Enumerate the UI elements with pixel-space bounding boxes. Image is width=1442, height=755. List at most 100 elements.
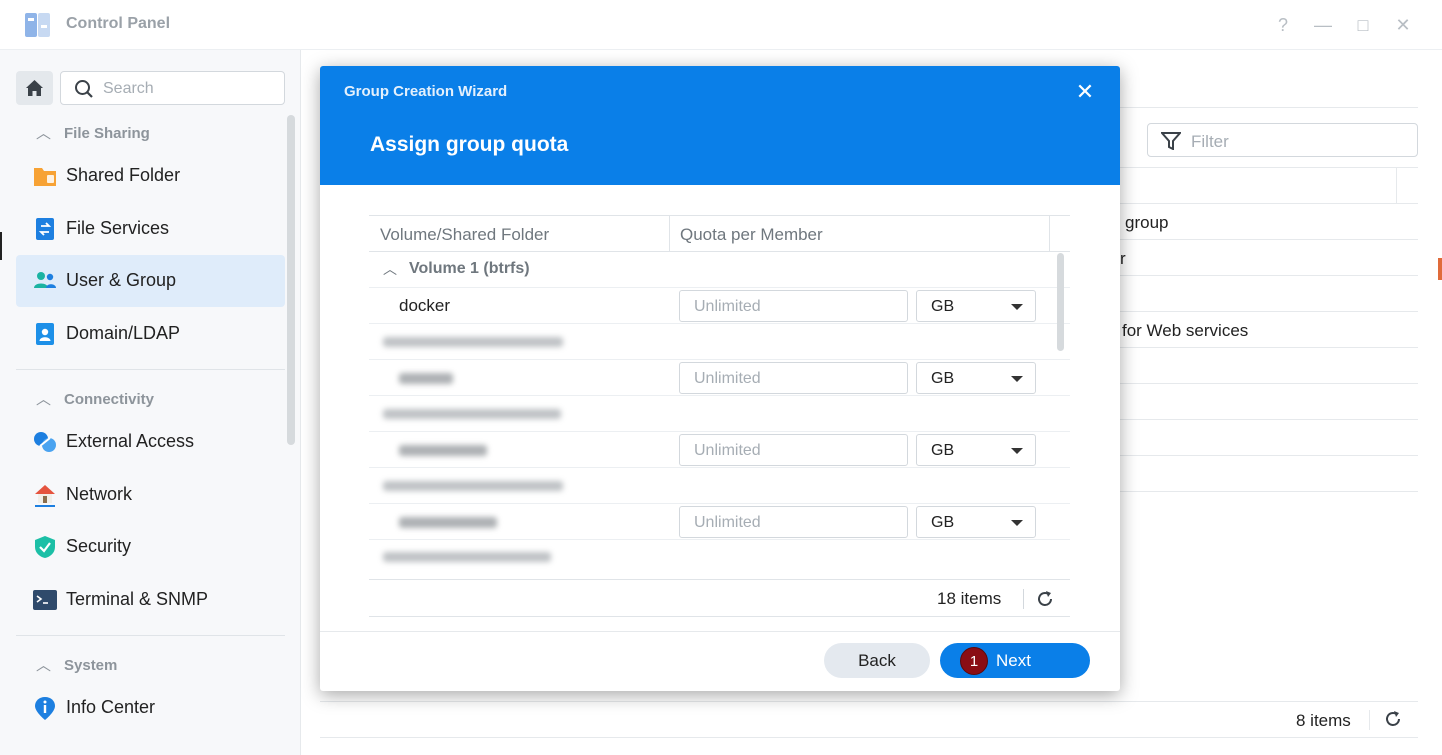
table-row-text[interactable]: group (1125, 213, 1168, 233)
table-header: Volume/Shared Folder Quota per Member (369, 215, 1070, 252)
quota-placeholder: Unlimited (694, 442, 761, 459)
chevron-up-icon: ︿ (36, 657, 52, 674)
dialog-title: Group Creation Wizard (344, 83, 508, 100)
sidebar-item-user-group[interactable]: User & Group (16, 255, 285, 307)
column-header-folder[interactable]: Volume/Shared Folder (380, 225, 549, 245)
sidebar-item-label: Terminal & SNMP (66, 589, 209, 609)
home-button[interactable] (16, 71, 53, 105)
info-icon (35, 697, 55, 720)
footer-separator (1369, 710, 1370, 730)
sidebar: Search ︿ File Sharing Shared Folder File … (0, 50, 301, 755)
caret-down-icon (1011, 304, 1023, 310)
sidebar-item-label: Shared Folder (66, 165, 181, 185)
refresh-icon[interactable] (1035, 589, 1055, 609)
quota-input[interactable]: Unlimited (679, 434, 908, 466)
section-title: Connectivity (64, 391, 155, 408)
filter-icon (1161, 132, 1181, 150)
quota-placeholder: Unlimited (694, 514, 761, 531)
file-services-icon (36, 218, 54, 240)
search-placeholder: Search (103, 80, 154, 97)
network-icon (35, 485, 55, 507)
blurred-content (399, 517, 497, 528)
footer-separator (1023, 589, 1024, 609)
quota-input[interactable]: Unlimited (679, 290, 908, 322)
caret-down-icon (1011, 376, 1023, 382)
unit-select[interactable]: GB (916, 362, 1036, 394)
close-icon[interactable]: ✕ (1391, 13, 1415, 37)
close-icon[interactable]: ✕ (1072, 79, 1098, 105)
sidebar-item-info-center[interactable]: Info Center (16, 682, 285, 734)
group-creation-wizard-dialog: Group Creation Wizard ✕ Assign group quo… (320, 66, 1120, 691)
blurred-content (383, 337, 563, 347)
footer-line (320, 737, 1418, 738)
table-group-row[interactable] (369, 396, 1070, 432)
footer-line (320, 701, 1418, 702)
sidebar-item-domain-ldap[interactable]: Domain/LDAP (16, 308, 285, 360)
terminal-icon (33, 590, 57, 610)
table-group-row[interactable] (369, 468, 1070, 504)
quota-input[interactable]: Unlimited (679, 362, 908, 394)
unit-value: GB (931, 442, 955, 459)
sidebar-item-network[interactable]: Network (16, 469, 285, 521)
table-group-row[interactable]: ︿ Volume 1 (btrfs) (369, 252, 1070, 288)
maximize-icon[interactable]: □ (1351, 13, 1375, 37)
sidebar-item-file-services[interactable]: File Services (16, 203, 285, 255)
home-icon (26, 80, 43, 96)
window-title: Control Panel (66, 15, 171, 32)
section-system[interactable]: ︿ System (36, 654, 117, 674)
group-label: Volume 1 (btrfs) (409, 260, 530, 277)
table-row-text[interactable]: r (1120, 249, 1126, 269)
back-button[interactable]: Back (824, 643, 930, 678)
sidebar-item-label: File Services (66, 218, 170, 238)
help-icon[interactable]: ? (1271, 13, 1295, 37)
blurred-content (399, 373, 453, 384)
table-row: Unlimited GB (369, 432, 1070, 468)
table-row: docker Unlimited GB (369, 288, 1070, 324)
control-panel-icon (25, 13, 50, 37)
chevron-up-icon[interactable]: ︿ (383, 259, 397, 279)
sidebar-item-label: Info Center (66, 697, 156, 717)
external-access-icon (34, 432, 56, 452)
folder-name: docker (399, 296, 451, 315)
sidebar-item-label: Network (66, 484, 133, 504)
filter-placeholder: Filter (1191, 132, 1229, 151)
shield-icon (35, 536, 55, 558)
folder-icon (34, 168, 56, 186)
sidebar-item-shared-folder[interactable]: Shared Folder (16, 150, 285, 202)
dialog-footer: Back 1 Next (320, 631, 1120, 691)
filter-input[interactable]: Filter (1147, 123, 1418, 157)
search-input[interactable]: Search (60, 71, 285, 105)
quota-input[interactable]: Unlimited (679, 506, 908, 538)
sidebar-item-external-access[interactable]: External Access (16, 416, 285, 468)
next-button[interactable]: 1 Next (940, 643, 1090, 678)
unit-select[interactable]: GB (916, 434, 1036, 466)
sidebar-item-terminal-snmp[interactable]: Terminal & SNMP (16, 574, 285, 626)
section-divider (16, 369, 285, 370)
column-separator (1049, 216, 1050, 252)
blurred-content (383, 481, 563, 491)
unit-value: GB (931, 514, 955, 531)
section-connectivity[interactable]: ︿ Connectivity (36, 388, 154, 408)
table-group-row[interactable] (369, 540, 1070, 579)
table-footer: 18 items (369, 579, 1070, 617)
items-count: 18 items (937, 589, 1002, 608)
unit-select[interactable]: GB (916, 506, 1036, 538)
user-group-icon (34, 272, 56, 288)
edge-marker (0, 232, 2, 260)
blurred-content (399, 445, 487, 456)
sidebar-item-label: Security (66, 536, 132, 556)
table-row-text[interactable]: for Web services (1122, 321, 1248, 341)
sidebar-scrollbar[interactable] (287, 115, 295, 445)
table-group-row[interactable] (369, 324, 1070, 360)
sidebar-item-label: Domain/LDAP (66, 323, 181, 343)
table-scrollbar[interactable] (1057, 253, 1064, 351)
section-title: File Sharing (64, 125, 150, 142)
unit-select[interactable]: GB (916, 290, 1036, 322)
minimize-icon[interactable]: — (1311, 13, 1335, 37)
section-divider (16, 635, 285, 636)
sidebar-item-security[interactable]: Security (16, 521, 285, 573)
column-header-quota[interactable]: Quota per Member (680, 225, 823, 245)
section-file-sharing[interactable]: ︿ File Sharing (36, 122, 150, 142)
next-label: Next (996, 651, 1031, 670)
refresh-icon[interactable] (1383, 709, 1403, 729)
